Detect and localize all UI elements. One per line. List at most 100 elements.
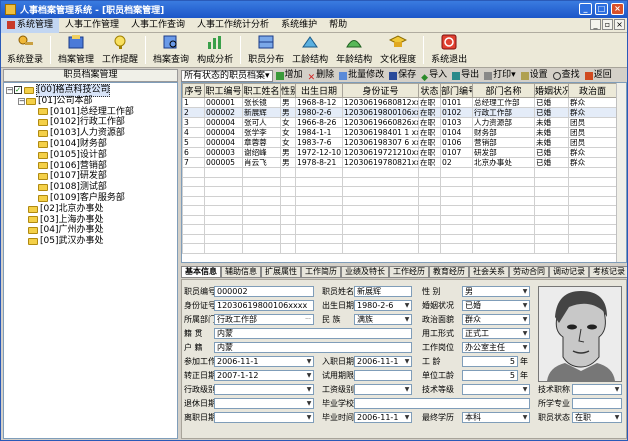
toolbar-seniority-button[interactable]: 工龄结构	[288, 34, 332, 67]
toolbar-login-button[interactable]: 系统登录	[3, 34, 47, 67]
grad-select[interactable]: 2006-11-1 ▼	[354, 412, 412, 423]
table-row[interactable]: 7000005肖云飞男1978-8-2112030619780821xxxx在职…	[182, 157, 617, 168]
trial-field[interactable]	[354, 370, 412, 381]
menu-hr-stats[interactable]: 人事工作统计分析	[191, 18, 275, 33]
dept-field[interactable]: 行政工作部 ···	[214, 314, 314, 325]
table-row[interactable]: 6000003谢绍峰男1972-12-1012030619721210xxxx在…	[182, 147, 617, 158]
leave-select[interactable]: ▼	[214, 412, 314, 423]
toolbar-query-button[interactable]: 档案查询	[149, 34, 193, 67]
tree-node[interactable]: [0102]行政工作部	[4, 117, 177, 128]
tree-node[interactable]: [0103]人力资源部	[4, 128, 177, 139]
print-button[interactable]: 打印 ▾	[482, 69, 518, 82]
minimize-button[interactable]: _	[579, 3, 592, 15]
table-row[interactable]: 4000004张学李女1984-1-1120306198401 1 xxxx在职…	[182, 127, 617, 138]
import-button[interactable]: ◆ 导入	[419, 69, 449, 83]
status-select[interactable]: 在职 ▼	[572, 412, 622, 423]
save-button[interactable]: 保存	[387, 69, 418, 82]
detail-tab[interactable]: 工作经历	[389, 266, 429, 277]
column-header[interactable]: 部门名称	[472, 83, 535, 98]
tree-node[interactable]: [0101]总经理工作部	[4, 107, 177, 118]
column-header[interactable]: 性别	[280, 83, 296, 98]
wage-level-select[interactable]: ▼	[354, 384, 412, 395]
column-header[interactable]: 状态	[418, 83, 441, 98]
gender-select[interactable]: 男 ▼	[462, 286, 530, 297]
native-field[interactable]: 内蒙	[214, 328, 412, 339]
collapse-icon[interactable]: −	[6, 86, 13, 94]
mdi-close-button[interactable]: ×	[614, 19, 625, 30]
tree-node[interactable]: [02]北京办事处	[4, 204, 177, 215]
id-field[interactable]: 12030619800106xxxx	[214, 300, 314, 311]
vertical-scrollbar[interactable]	[616, 83, 626, 262]
export-button[interactable]: 导出	[450, 69, 481, 82]
menu-help[interactable]: 帮助	[323, 18, 353, 33]
collapse-icon[interactable]: −	[18, 97, 25, 105]
marriage-select[interactable]: 已婚 ▼	[462, 300, 530, 311]
find-button[interactable]: 查找	[551, 69, 582, 82]
tree-node[interactable]: [04]广州办事处	[4, 225, 177, 236]
tree-node-root[interactable]: − ✓ [00]格点科技公司	[4, 84, 177, 97]
table-row[interactable]: 3000004张可人女1966-8-2612030619660826xxxx在职…	[182, 117, 617, 128]
tree-node[interactable]: [0109]客户服务部	[4, 193, 177, 204]
tree-node[interactable]: − [01]公司本部	[4, 96, 177, 107]
toolbar-distribution-button[interactable]: 职员分布	[244, 34, 288, 67]
mdi-minimize-button[interactable]: _	[590, 19, 601, 30]
tree-node[interactable]: [0106]营销部	[4, 161, 177, 172]
menu-system[interactable]: 系统管理	[1, 17, 60, 33]
batch-edit-button[interactable]: 批量修改	[337, 69, 386, 82]
detail-tab[interactable]: 社会关系	[469, 266, 509, 277]
column-header[interactable]: 部门编号	[440, 83, 473, 98]
column-header[interactable]: 政治面	[568, 83, 617, 98]
delete-button[interactable]: ✕ 删除	[306, 69, 337, 83]
ellipsis-icon[interactable]: ···	[303, 315, 313, 324]
hukou-field[interactable]: 内蒙	[214, 342, 412, 353]
edu-select[interactable]: 本科 ▼	[462, 412, 530, 423]
tech-level-select[interactable]: ▼	[462, 384, 530, 395]
add-button[interactable]: 增加	[274, 69, 305, 82]
table-row[interactable]: 5000004章蓉蓉女1983-7-6120306198307 6 xxxx在职…	[182, 137, 617, 148]
table-row[interactable]: 2000002新展辉男1980-2-612030619800106xxxx在职0…	[182, 107, 617, 118]
emp-no-field[interactable]: 000002	[214, 286, 314, 297]
tree-node[interactable]: [03]上海办事处	[4, 215, 177, 226]
retire-select[interactable]: ▼	[214, 398, 314, 409]
entry-select[interactable]: 2006-11-1 ▼	[354, 356, 412, 367]
tree-checkbox[interactable]: ✓	[14, 86, 22, 95]
employee-grid[interactable]: 序号职工编号职工姓名性别出生日期身份证号状态部门编号部门名称婚姻状况政治面 10…	[181, 82, 627, 263]
tree-node[interactable]: [0105]设计部	[4, 150, 177, 161]
tree-node[interactable]: [0108]测试部	[4, 182, 177, 193]
detail-tab[interactable]: 业绩及特长	[341, 266, 389, 277]
column-header[interactable]: 职工姓名	[242, 83, 281, 98]
birth-select[interactable]: 1980-2-6 ▼	[354, 300, 412, 311]
table-row[interactable]: 1000001张长镜男1968-8-1212030619680812xxxx在职…	[182, 97, 617, 108]
toolbar-age-button[interactable]: 年龄结构	[332, 34, 376, 67]
name-field[interactable]: 新展辉	[354, 286, 412, 297]
politics-select[interactable]: 群众 ▼	[462, 314, 530, 325]
work-type-select[interactable]: 正式工 ▼	[462, 328, 530, 339]
nation-select[interactable]: 满族 ▼	[354, 314, 412, 325]
settings-button[interactable]: 设置	[519, 69, 550, 82]
column-header[interactable]: 出生日期	[295, 83, 343, 98]
school-field[interactable]	[354, 398, 530, 409]
menu-hr-query[interactable]: 人事工作查询	[125, 18, 191, 33]
status-filter-select[interactable]: 所有状态的职员档案 ▾	[181, 69, 273, 82]
toolbar-archive-button[interactable]: 档案管理	[54, 34, 98, 67]
detail-tab[interactable]: 考核记录	[589, 266, 627, 277]
column-header[interactable]: 职工编号	[204, 83, 243, 98]
detail-tab[interactable]: 扩展属性	[261, 266, 301, 277]
detail-tab[interactable]: 劳动合同	[509, 266, 549, 277]
tech-title-select[interactable]: ▼	[572, 384, 622, 395]
seniority-field[interactable]: 5	[462, 356, 518, 367]
unit-seniority-field[interactable]: 5	[462, 370, 518, 381]
mdi-restore-button[interactable]: ▫	[602, 19, 613, 30]
tree-node[interactable]: [0107]研发部	[4, 171, 177, 182]
toolbar-reminder-button[interactable]: 工作提醒	[98, 34, 142, 67]
menu-hr-work[interactable]: 人事工作管理	[59, 18, 125, 33]
major-field[interactable]	[572, 398, 622, 409]
regular-select[interactable]: 2007-1-12 ▼	[214, 370, 314, 381]
column-header[interactable]: 身份证号	[342, 83, 419, 98]
admin-level-select[interactable]: ▼	[214, 384, 314, 395]
detail-tab[interactable]: 基本信息	[181, 266, 221, 277]
join-select[interactable]: 2006-11-1 ▼	[214, 356, 314, 367]
tree-node[interactable]: [05]武汉办事处	[4, 236, 177, 247]
detail-tab[interactable]: 教育经历	[429, 266, 469, 277]
post-select[interactable]: 办公室主任 ▼	[462, 342, 530, 353]
